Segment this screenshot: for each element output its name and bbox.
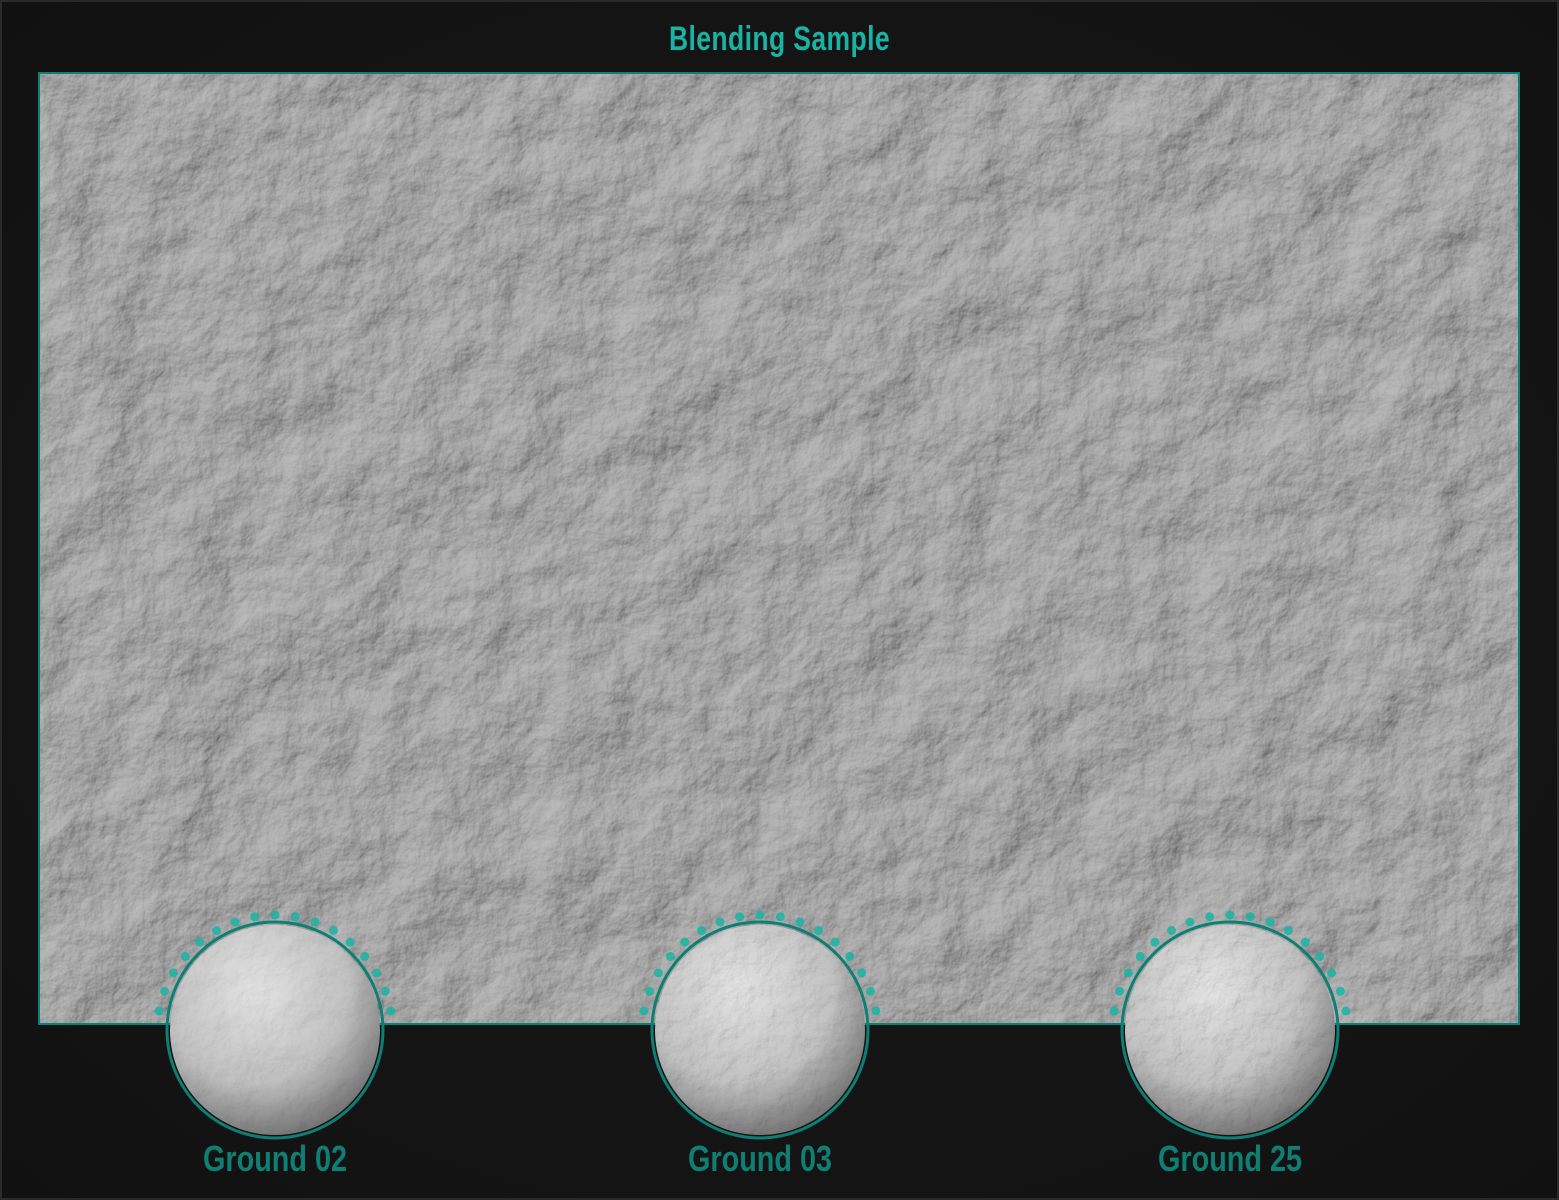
arc-dot bbox=[290, 912, 300, 922]
arc-dot bbox=[372, 968, 382, 978]
arc-dot bbox=[845, 951, 855, 961]
blending-sample-texture bbox=[38, 72, 1520, 1025]
arc-dot bbox=[697, 926, 706, 935]
brush-label-ground-02: Ground 02 bbox=[202, 1138, 348, 1179]
arc-dot bbox=[830, 937, 840, 947]
arc-dot bbox=[212, 926, 221, 935]
arc-dot bbox=[1135, 951, 1145, 961]
arc-dot bbox=[680, 937, 690, 947]
arc-dot bbox=[310, 917, 320, 927]
arc-dot bbox=[1265, 917, 1275, 927]
arc-dot bbox=[1123, 968, 1133, 978]
arc-dot bbox=[195, 937, 205, 947]
arc-dot bbox=[380, 986, 390, 996]
arc-dot bbox=[1300, 937, 1310, 947]
arc-dot bbox=[386, 1006, 396, 1016]
arc-dot bbox=[1315, 951, 1325, 961]
arc-dot bbox=[1109, 1006, 1119, 1016]
arc-dot bbox=[168, 968, 178, 978]
arc-dot bbox=[1335, 986, 1345, 996]
arc-dot bbox=[755, 910, 765, 920]
arc-dot bbox=[360, 951, 370, 961]
arc-dot bbox=[871, 1006, 881, 1016]
arc-dot bbox=[665, 951, 675, 961]
arc-dot bbox=[795, 917, 805, 927]
arc-dot bbox=[270, 910, 280, 920]
arc-dot bbox=[1205, 912, 1215, 922]
arc-dot bbox=[329, 926, 338, 935]
arc-dot bbox=[775, 912, 785, 922]
arc-dot bbox=[1150, 937, 1160, 947]
arc-dot bbox=[857, 968, 867, 978]
arc-dot bbox=[865, 986, 875, 996]
arc-dot bbox=[715, 917, 725, 927]
arc-dot bbox=[645, 986, 655, 996]
arc-dot bbox=[735, 912, 745, 922]
arc-dot bbox=[1167, 926, 1176, 935]
brush-label-ground-25: Ground 25 bbox=[1157, 1138, 1303, 1179]
arc-dot bbox=[639, 1006, 649, 1016]
arc-dot bbox=[250, 912, 260, 922]
arc-dot bbox=[1341, 1006, 1351, 1016]
arc-dot bbox=[1115, 986, 1125, 996]
arc-dot bbox=[154, 1006, 164, 1016]
arc-dot bbox=[1225, 910, 1235, 920]
arc-dot bbox=[230, 917, 240, 927]
brush-label-ground-03: Ground 03 bbox=[687, 1138, 833, 1179]
arc-dot bbox=[1245, 912, 1255, 922]
arc-dot bbox=[345, 937, 355, 947]
arc-dot bbox=[1185, 917, 1195, 927]
arc-dot bbox=[814, 926, 823, 935]
arc-dot bbox=[1284, 926, 1293, 935]
arc-dot bbox=[180, 951, 190, 961]
arc-dot bbox=[160, 986, 170, 996]
page-title: Blending Sample bbox=[668, 20, 890, 58]
arc-dot bbox=[653, 968, 663, 978]
arc-dot bbox=[1327, 968, 1337, 978]
